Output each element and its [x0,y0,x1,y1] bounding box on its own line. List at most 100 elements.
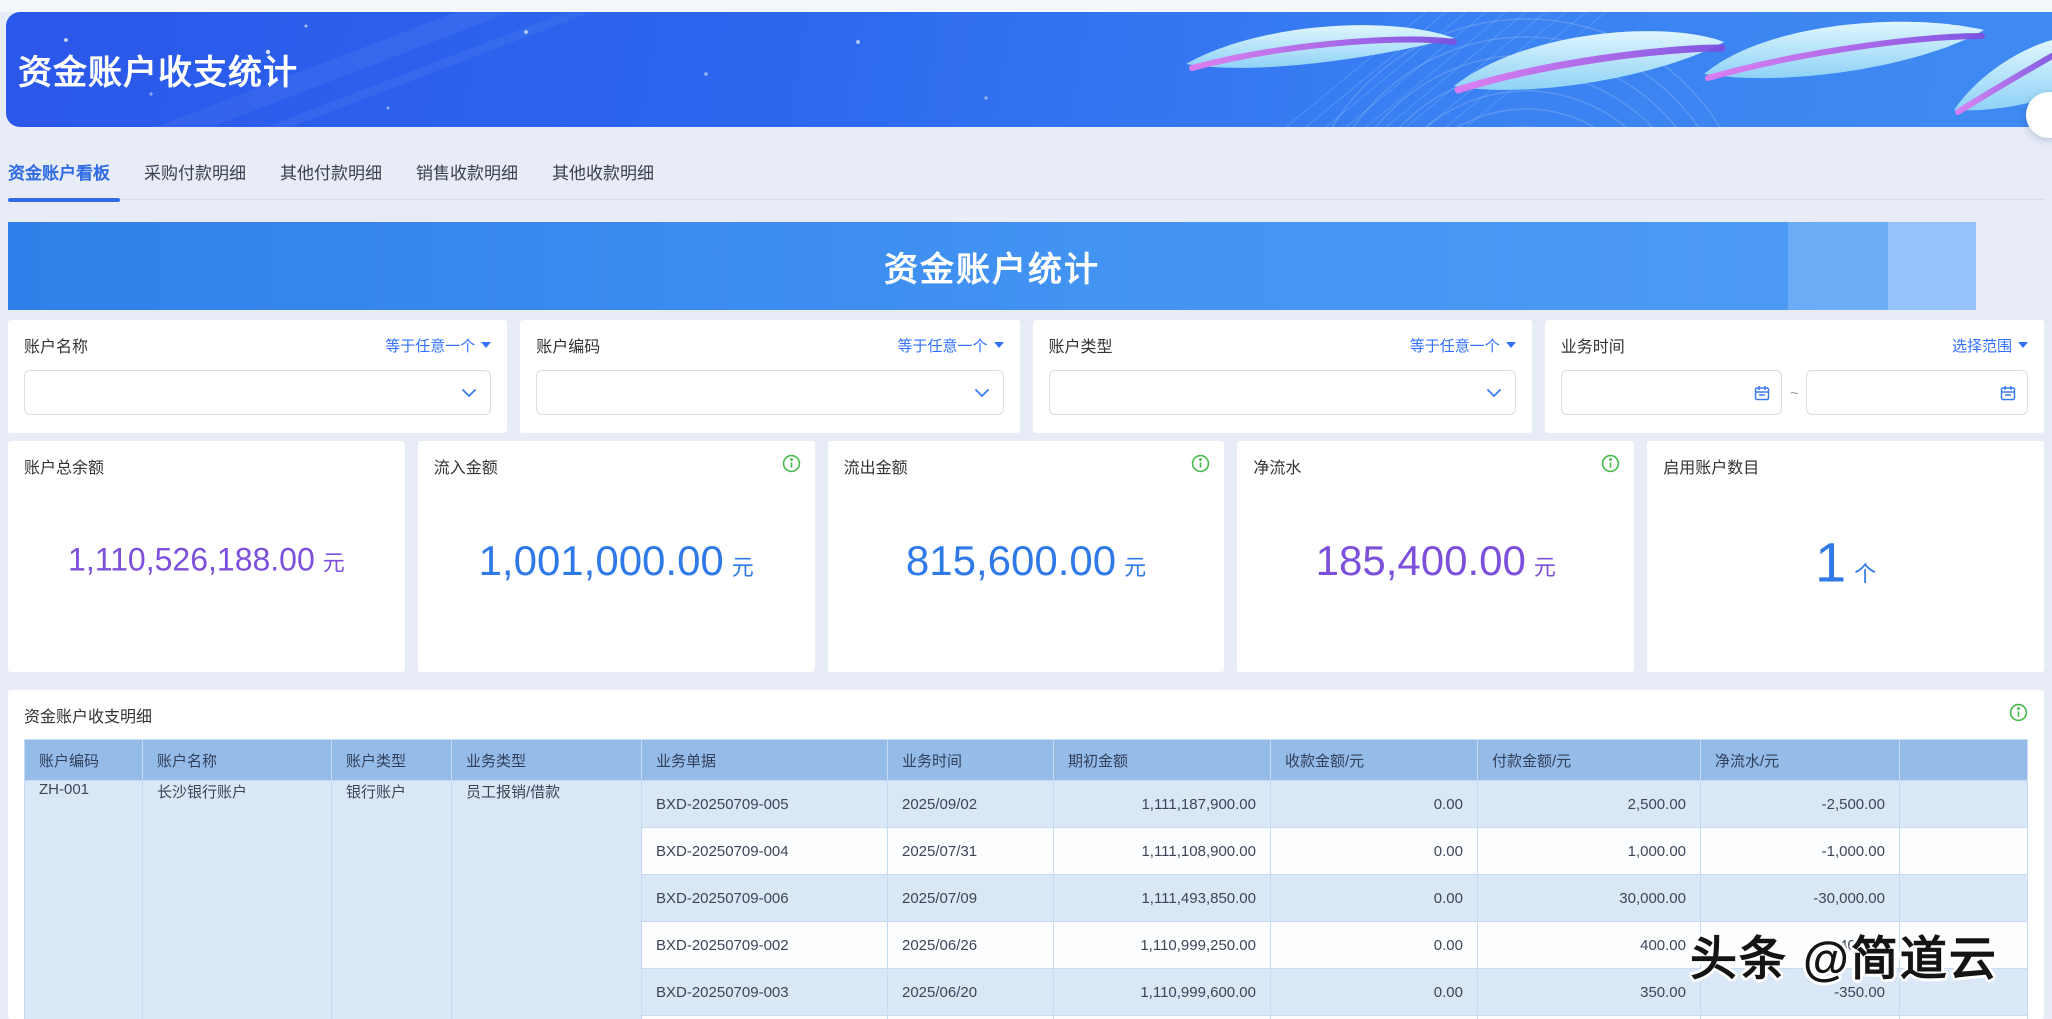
cell-empty [1478,1016,1701,1019]
cell-empty [1900,781,2028,828]
info-icon[interactable] [1601,454,1620,478]
cell-received: 0.00 [1271,875,1478,922]
end-date-input[interactable] [1806,370,2028,415]
cell-biz-doc: BXD-20250709-005 [642,781,888,828]
col-biz-type: 业务类型 [452,740,642,781]
section-banner: 资金账户统计 [8,222,1976,310]
info-icon[interactable] [782,454,801,478]
cell-net: -1,000.00 [1701,828,1900,875]
filter-business-time: 业务时间 选择范围 ~ [1545,320,2044,433]
kpi-value: 1 [1815,529,1846,594]
cell-net: -30,000.00 [1701,875,1900,922]
cell-empty [1900,1016,2028,1019]
filter-operator-dropdown[interactable]: 等于任意一个 [897,335,1003,356]
col-opening-amount: 期初金额 [1054,740,1271,781]
tab-sales-receipt-detail[interactable]: 销售收款明细 [416,162,518,186]
cell-empty [1900,828,2028,875]
calendar-icon [1753,384,1771,402]
col-biz-time: 业务时间 [888,740,1054,781]
cell-paid: 350.00 [1478,969,1701,1016]
filter-label: 业务时间 [1561,333,1625,357]
cell-biz-doc: BXD-20250709-004 [642,828,888,875]
cell-net: -2,500.00 [1701,781,1900,828]
tab-other-payment-detail[interactable]: 其他付款明细 [280,162,382,186]
filter-operator-dropdown[interactable]: 选择范围 [1952,335,2028,356]
cell-empty [642,1016,888,1019]
kpi-label: 账户总余额 [24,454,389,478]
caret-down-icon [481,342,491,348]
cell-empty [1054,1016,1271,1019]
dashboard-page: 资金账户收支统计 资金账户看板 采购付款明细 其他付款明细 销售收款明细 其他收… [0,0,2052,1019]
cell-opening: 1,110,999,600.00 [1054,969,1271,1016]
chevron-down-icon [462,389,476,397]
kpi-value: 815,600.00 [906,536,1116,584]
info-icon[interactable] [1191,454,1210,478]
account-code-select[interactable] [536,370,1003,415]
app-header-banner: 资金账户收支统计 [6,12,2052,127]
filter-operator-dropdown[interactable]: 等于任意一个 [1410,335,1516,356]
cell-received: 0.00 [1271,969,1478,1016]
cell-biz-time: 2025/06/26 [888,922,1054,969]
cell-paid: 400.00 [1478,922,1701,969]
cell-biz-doc: BXD-20250709-006 [642,875,888,922]
kpi-total-balance: 账户总余额 1,110,526,188.00 元 [8,441,405,672]
kpi-outflow-amount: 流出金额 815,600.00 元 [828,441,1225,672]
tab-purchase-payment-detail[interactable]: 采购付款明细 [144,162,246,186]
table-row[interactable]: ZH-001 长沙银行账户 银行账户 员工报销/借款 BXD-20250709-… [25,781,2028,828]
cell-opening: 1,110,999,250.00 [1054,922,1271,969]
filter-account-name: 账户名称 等于任意一个 [8,320,507,433]
cell-received: 0.00 [1271,828,1478,875]
start-date-input[interactable] [1561,370,1783,415]
cell-paid: 1,000.00 [1478,828,1701,875]
cell-account-type: 银行账户 [332,781,452,1019]
col-account-name: 账户名称 [143,740,332,781]
col-net-flow: 净流水/元 [1701,740,1900,781]
cell-opening: 1,111,108,900.00 [1054,828,1271,875]
chevron-down-icon [1487,389,1501,397]
filter-row: 账户名称 等于任意一个 账户编码 等于任意一个 [8,320,2044,433]
kpi-label: 净流水 [1253,454,1618,478]
col-account-code: 账户编码 [25,740,143,781]
info-icon[interactable] [2009,703,2028,727]
page-title: 资金账户收支统计 [18,12,298,127]
calendar-icon [1999,384,2017,402]
kpi-unit: 个 [1854,556,1876,588]
kpi-unit: 元 [1534,549,1556,581]
caret-down-icon [994,342,1004,348]
kpi-value: 185,400.00 [1316,536,1526,584]
kpi-active-account-count: 启用账户数目 1 个 [1647,441,2044,672]
filter-label: 账户编码 [536,333,600,357]
section-banner-title: 资金账户统计 [8,222,1976,310]
kpi-inflow-amount: 流入金额 1,001,000.00 元 [418,441,815,672]
kpi-value: 1,001,000.00 [479,536,724,584]
cell-biz-doc: BXD-20250709-003 [642,969,888,1016]
col-paid-amount: 付款金额/元 [1478,740,1701,781]
tab-fund-account-board[interactable]: 资金账户看板 [8,162,110,186]
account-name-select[interactable] [24,370,491,415]
header-decor-art [6,12,2052,127]
caret-down-icon [2018,342,2028,348]
kpi-unit: 元 [323,545,345,577]
cell-biz-doc: BXD-20250709-002 [642,922,888,969]
col-received-amount: 收款金额/元 [1271,740,1478,781]
cell-empty [1271,1016,1478,1019]
tab-other-receipt-detail[interactable]: 其他收款明细 [552,162,654,186]
watermark: 头条 @简道云 [1690,920,1998,989]
kpi-label: 流出金额 [844,454,1209,478]
chevron-down-icon [975,389,989,397]
cell-opening: 1,111,187,900.00 [1054,781,1271,828]
active-tab-indicator [8,198,120,202]
cell-received: 0.00 [1271,922,1478,969]
tab-divider [8,199,2044,200]
cell-account-code: ZH-001 [25,781,143,1019]
filter-account-code: 账户编码 等于任意一个 [520,320,1019,433]
kpi-row: 账户总余额 1,110,526,188.00 元 流入金额 1,001,000.… [8,441,2044,672]
account-type-select[interactable] [1049,370,1516,415]
kpi-unit: 元 [732,549,754,581]
kpi-value: 1,110,526,188.00 [68,541,315,578]
detail-table-title: 资金账户收支明细 [24,703,152,727]
cell-biz-time: 2025/07/09 [888,875,1054,922]
filter-account-type: 账户类型 等于任意一个 [1033,320,1532,433]
filter-operator-dropdown[interactable]: 等于任意一个 [385,335,491,356]
cell-account-name: 长沙银行账户 [143,781,332,1019]
